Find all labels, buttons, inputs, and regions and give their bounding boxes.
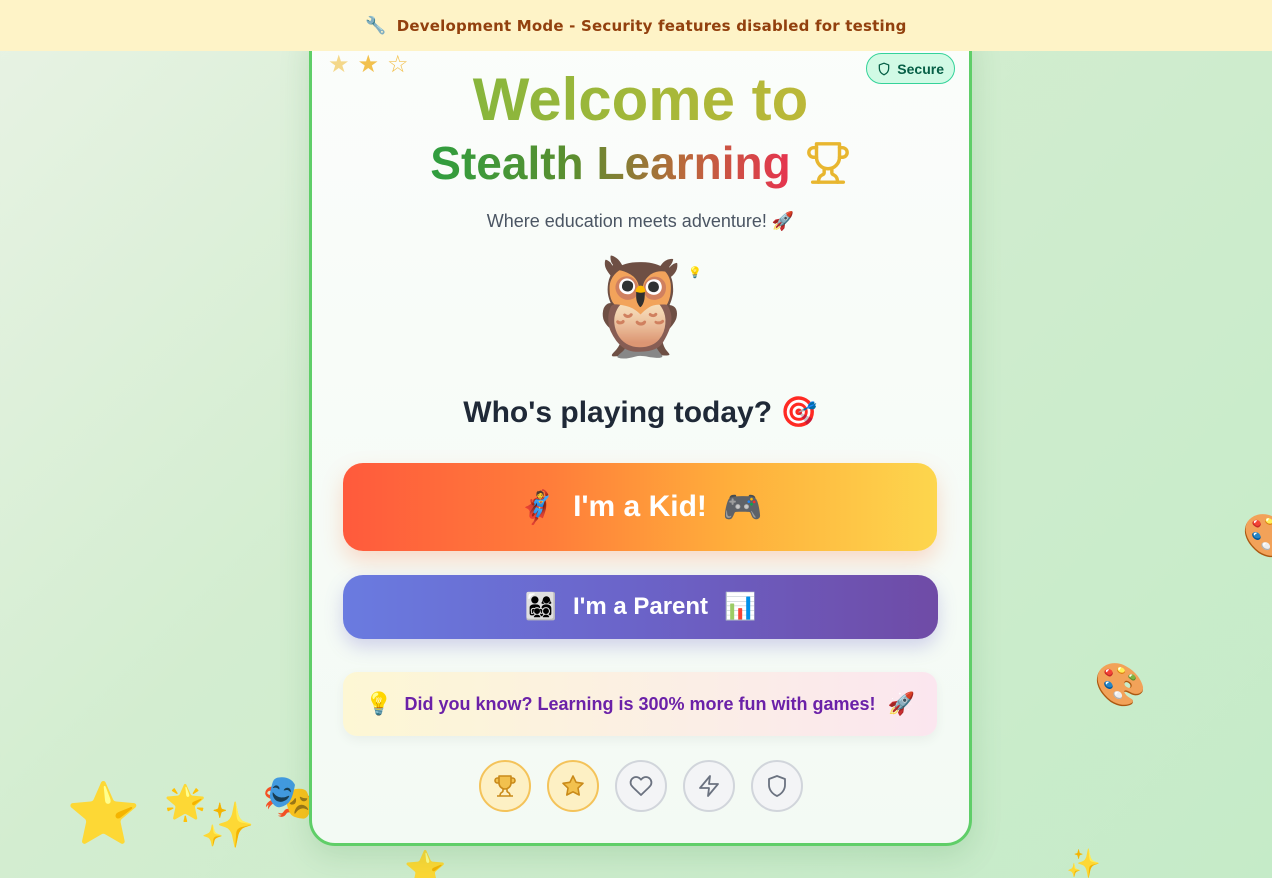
trophy-icon (806, 142, 849, 184)
kid-button-label: I'm a Kid! (573, 490, 707, 523)
achievement-star (546, 760, 599, 812)
rocket-icon: 🚀 (887, 691, 915, 717)
parent-login-button[interactable]: 👨‍👩‍👧‍👦 I'm a Parent 📊 (343, 575, 938, 639)
dev-mode-text: Development Mode - Security features dis… (396, 16, 907, 35)
fun-fact-banner: 💡 Did you know? Learning is 300% more fu… (343, 672, 937, 736)
ring-deco: ⭐ (66, 779, 141, 849)
page-title-brand: Stealth Learning (430, 137, 791, 189)
tagline: Where education meets adventure! 🚀 (486, 211, 795, 231)
sparkle-bottom-deco: ✨ (1066, 847, 1101, 878)
kid-login-button[interactable]: 🦸 I'm a Kid! 🎮 (343, 463, 937, 551)
achievement-shield (750, 760, 803, 812)
star-icon (561, 775, 584, 796)
palette-deco: 🎨 (1094, 660, 1147, 709)
palette-edge-deco: 🎨 (1242, 511, 1272, 560)
role-question: Who's playing today? 🎯 (463, 396, 818, 429)
login-card: ★ ★ ☆ Secure Welcome to Stealth Learning… (309, 20, 972, 846)
game-controller-icon: 🎮 (722, 488, 763, 526)
lightning-icon (698, 775, 719, 797)
achievement-trophy (478, 760, 531, 812)
heart-icon (629, 776, 652, 796)
lightbulb-icon: 💡 (688, 267, 702, 279)
dev-mode-banner: 🔧 Development Mode - Security features d… (0, 0, 1272, 51)
page-title-line2: Stealth Learning (312, 135, 969, 191)
trophy-icon (493, 775, 516, 797)
achievement-lightning (682, 760, 735, 812)
achievement-heart (614, 760, 667, 812)
owl-mascot-icon: 🦉 (580, 250, 701, 362)
shield-icon (767, 775, 786, 797)
mascot: 🦉 (312, 258, 969, 354)
star-bottom-deco: ⭐ (404, 849, 447, 878)
page-title-line1: Welcome to (312, 65, 969, 135)
parent-button-label: I'm a Parent (572, 593, 709, 620)
achievement-badges (312, 760, 969, 812)
bar-chart-icon: 📊 (724, 592, 757, 622)
superhero-icon: 🦸 (517, 488, 558, 526)
lightbulb-icon: 💡 (365, 691, 393, 717)
fun-fact-text: Did you know? Learning is 300% more fun … (404, 693, 876, 714)
burst-deco: 🌟 (164, 783, 207, 823)
sparkle-deco: ✨ (200, 800, 255, 851)
wrench-icon: 🔧 (365, 15, 387, 36)
family-icon: 👨‍👩‍👧‍👦 (524, 592, 557, 622)
